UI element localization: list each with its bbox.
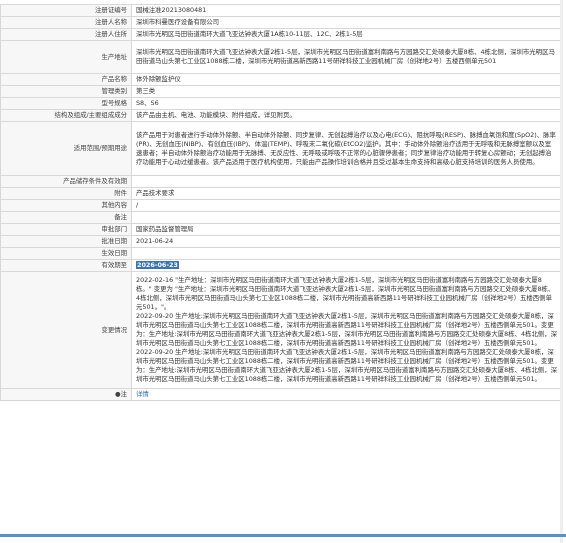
row-remarks: 备注 (0, 211, 562, 224)
note-cell: 详情 (131, 388, 562, 401)
field-value (131, 175, 562, 188)
row-attachment: 附件 产品技术要求 (0, 187, 562, 200)
registration-detail-page: 注册证编号 国械注准20213080481 注册人名称 深圳市科曼医疗设备有限公司 注册… (0, 0, 566, 543)
field-value: 国械注准20213080481 (131, 4, 562, 17)
vertical-scrollbar[interactable] (560, 0, 563, 543)
field-label: 生产地址 (0, 40, 132, 74)
field-value: 该产品用于对患者进行手动体外除颤、半自动体外除颤、同步复律、无创起搏治疗以及心电… (131, 121, 562, 176)
detail-rows: 注册证编号 国械注准20213080481 注册人名称 深圳市科曼医疗设备有限公司 注册… (0, 4, 562, 272)
field-value: / (131, 199, 562, 212)
bottom-bar (0, 534, 566, 537)
field-value (131, 247, 562, 260)
field-label: 结构及组成/主要组成成分 (0, 109, 132, 122)
field-label: 管理类别 (0, 85, 132, 98)
field-value: 深圳市光明区马田街道南环大道飞亚达钟表大厦2栋1-5层，深圳市光明区马田街道富利… (131, 40, 562, 74)
row-intended-use: 适用范围/预期用途 该产品用于对患者进行手动体外除颤、半自动体外除颤、同步复律、无… (0, 121, 562, 176)
field-label: 产品名称 (0, 73, 132, 86)
row-approval-date: 批准日期 2021-06-24 (0, 235, 562, 248)
row-product-name: 产品名称 体外除颤监护仪 (0, 73, 562, 86)
field-value: 第三类 (131, 85, 562, 98)
field-label: 型号规格 (0, 97, 132, 110)
changes-row: 变更情况 2022-02-16 "生产地址：深圳市光明区马田街道南环大道飞亚达钟… (0, 271, 562, 389)
field-value: 深圳市科曼医疗设备有限公司 (131, 16, 562, 29)
field-value: 2021-06-24 (131, 235, 562, 248)
change-entry: 2022-02-16 "生产地址：深圳市光明区马田街道南环大道飞亚达钟表大厦2栋… (136, 276, 555, 311)
row-storage: 产品储存条件及有效期 (0, 175, 562, 188)
row-valid-until: 有效期至 2026-06-23 (0, 259, 562, 272)
row-other: 其他内容 / (0, 199, 562, 212)
changes-list: 2022-02-16 "生产地址：深圳市光明区马田街道南环大道飞亚达钟表大厦2栋… (131, 271, 562, 389)
row-registrant-address: 注册人住所 深圳市光明区马田街道南环大道飞亚达钟表大厦1A栋10-11层、12C、… (0, 28, 562, 41)
field-value: 产品技术要求 (131, 187, 562, 200)
details-link[interactable]: 详情 (136, 390, 149, 398)
selected-valid-until-text[interactable]: 2026-06-23 (136, 261, 179, 269)
note-label: ●注 (0, 388, 132, 401)
change-entry: 2022-09-20 生产地址:深圳市光明区马田街道南环大道飞亚达钟表大厦2栋1… (136, 348, 558, 383)
row-reg-no: 注册证编号 国械注准20213080481 (0, 4, 562, 17)
field-label: 注册人名称 (0, 16, 132, 29)
row-model-spec: 型号规格 S8、S6 (0, 97, 562, 110)
field-value: 该产品由主机、电池、功能模块、附件组成，详见附页。 (131, 109, 562, 122)
field-value (131, 211, 562, 224)
field-label: 注册人住所 (0, 28, 132, 41)
changes-label: 变更情况 (0, 271, 132, 389)
row-mgmt-class: 管理类别 第三类 (0, 85, 562, 98)
field-label: 其他内容 (0, 199, 132, 212)
field-label: 批准日期 (0, 235, 132, 248)
field-value: 国家药品监督管理局 (131, 223, 562, 236)
row-structure: 结构及组成/主要组成成分 该产品由主机、电池、功能模块、附件组成，详见附页。 (0, 109, 562, 122)
row-effective-date: 生效日期 (0, 247, 562, 260)
field-label: 产品储存条件及有效期 (0, 175, 132, 188)
field-label: 附件 (0, 187, 132, 200)
field-label: 注册证编号 (0, 4, 132, 17)
note-row: ●注 详情 (0, 388, 562, 401)
row-production-address: 生产地址 深圳市光明区马田街道南环大道飞亚达钟表大厦2栋1-5层，深圳市光明区马田… (0, 40, 562, 74)
field-label: 适用范围/预期用途 (0, 121, 132, 176)
field-value: 体外除颤监护仪 (131, 73, 562, 86)
field-value: 深圳市光明区马田街道南环大道飞亚达钟表大厦1A栋10-11层、12C、2栋1-5… (131, 28, 562, 41)
field-value: 2026-06-23 (131, 259, 562, 272)
row-registrant: 注册人名称 深圳市科曼医疗设备有限公司 (0, 16, 562, 29)
field-label: 备注 (0, 211, 132, 224)
registration-detail-table: 注册证编号 国械注准20213080481 注册人名称 深圳市科曼医疗设备有限公司 注册… (0, 4, 562, 401)
change-entry: 2022-09-20 生产地址:深圳市光明区马田街道南环大道飞亚达钟表大厦2栋1… (136, 312, 558, 347)
field-label: 生效日期 (0, 247, 132, 260)
field-label: 有效期至 (0, 259, 132, 272)
field-value: S8、S6 (131, 97, 562, 110)
row-approval-dept: 审批部门 国家药品监督管理局 (0, 223, 562, 236)
field-label: 审批部门 (0, 223, 132, 236)
